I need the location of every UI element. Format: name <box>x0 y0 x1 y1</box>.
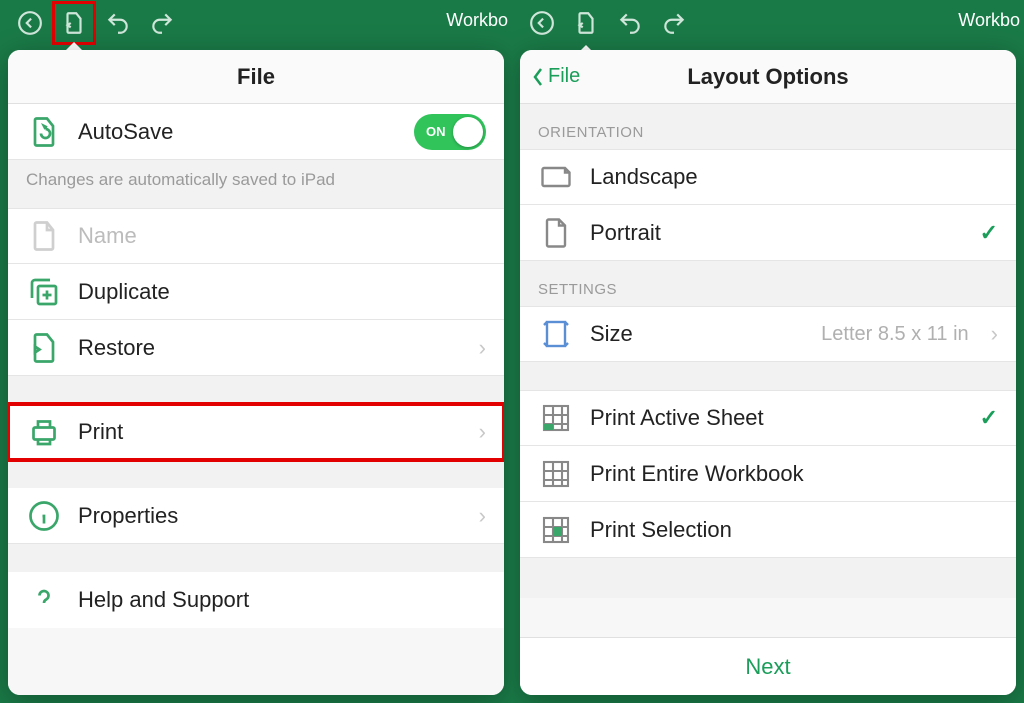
help-label: Help and Support <box>78 587 486 613</box>
back-arrow-icon[interactable] <box>520 1 564 45</box>
workbook-title: Workbo <box>446 10 508 31</box>
restore-icon <box>26 330 62 366</box>
check-icon: ✓ <box>980 405 998 431</box>
toolbar: Workbo <box>0 0 512 46</box>
popover-title: Layout Options <box>687 64 848 90</box>
print-active-label: Print Active Sheet <box>590 405 964 431</box>
help-icon <box>26 582 62 618</box>
autosave-label: AutoSave <box>78 119 398 145</box>
workbook-icon <box>538 456 574 492</box>
properties-label: Properties <box>78 503 463 529</box>
info-icon <box>26 498 62 534</box>
print-label: Print <box>78 419 463 445</box>
restore-label: Restore <box>78 335 463 361</box>
popover-header: File <box>8 50 504 104</box>
portrait-icon <box>538 215 574 251</box>
chevron-right-icon: › <box>479 335 486 361</box>
duplicate-label: Duplicate <box>78 279 486 305</box>
popover-title: File <box>237 64 275 90</box>
layout-options-popover: File Layout Options ORIENTATION Landscap… <box>520 50 1016 695</box>
print-selection-label: Print Selection <box>590 517 998 543</box>
print-selection-row[interactable]: Print Selection <box>520 502 1016 558</box>
autosave-row: AutoSave ON <box>8 104 504 160</box>
print-row[interactable]: Print › <box>8 404 504 460</box>
back-to-file[interactable]: File <box>530 50 580 103</box>
toggle-on-label: ON <box>426 124 446 139</box>
redo-icon[interactable] <box>652 1 696 45</box>
print-active-sheet-row[interactable]: Print Active Sheet ✓ <box>520 390 1016 446</box>
toolbar: Workbo <box>512 0 1024 46</box>
portrait-row[interactable]: Portrait ✓ <box>520 205 1016 261</box>
duplicate-row[interactable]: Duplicate <box>8 264 504 320</box>
settings-section-header: SETTINGS <box>520 261 1016 306</box>
left-screenshot: Workbo File AutoSave ON Changes are auto… <box>0 0 512 703</box>
size-label: Size <box>590 321 805 347</box>
redo-icon[interactable] <box>140 1 184 45</box>
right-screenshot: Workbo File Layout Options ORIENTATION L… <box>512 0 1024 703</box>
workbook-title: Workbo <box>958 10 1020 31</box>
check-icon: ✓ <box>980 220 998 246</box>
undo-icon[interactable] <box>96 1 140 45</box>
size-row[interactable]: Size Letter 8.5 x 11 in › <box>520 306 1016 362</box>
landscape-icon <box>538 159 574 195</box>
size-value: Letter 8.5 x 11 in <box>821 323 969 346</box>
help-row[interactable]: Help and Support <box>8 572 504 628</box>
next-button[interactable]: Next <box>520 637 1016 695</box>
landscape-label: Landscape <box>590 164 998 190</box>
back-arrow-icon[interactable] <box>8 1 52 45</box>
portrait-label: Portrait <box>590 220 964 246</box>
print-workbook-row[interactable]: Print Entire Workbook <box>520 446 1016 502</box>
print-workbook-label: Print Entire Workbook <box>590 461 998 487</box>
sheet-icon <box>538 400 574 436</box>
back-label: File <box>548 65 580 88</box>
print-icon <box>26 414 62 450</box>
properties-row[interactable]: Properties › <box>8 488 504 544</box>
next-label: Next <box>745 654 790 680</box>
file-popover: File AutoSave ON Changes are automatical… <box>8 50 504 695</box>
file-menu-button[interactable] <box>52 1 96 45</box>
popover-header: File Layout Options <box>520 50 1016 104</box>
chevron-right-icon: › <box>479 503 486 529</box>
landscape-row[interactable]: Landscape <box>520 149 1016 205</box>
name-label: Name <box>78 223 486 249</box>
selection-icon <box>538 512 574 548</box>
autosave-toggle[interactable]: ON <box>414 114 486 150</box>
file-menu-button[interactable] <box>564 1 608 45</box>
undo-icon[interactable] <box>608 1 652 45</box>
chevron-right-icon: › <box>479 419 486 445</box>
autosave-subtext: Changes are automatically saved to iPad <box>8 160 504 208</box>
chevron-right-icon: › <box>991 321 998 347</box>
page-size-icon <box>538 316 574 352</box>
name-icon <box>26 218 62 254</box>
autosave-icon <box>26 114 62 150</box>
duplicate-icon <box>26 274 62 310</box>
orientation-section-header: ORIENTATION <box>520 104 1016 149</box>
name-row: Name <box>8 208 504 264</box>
restore-row[interactable]: Restore › <box>8 320 504 376</box>
